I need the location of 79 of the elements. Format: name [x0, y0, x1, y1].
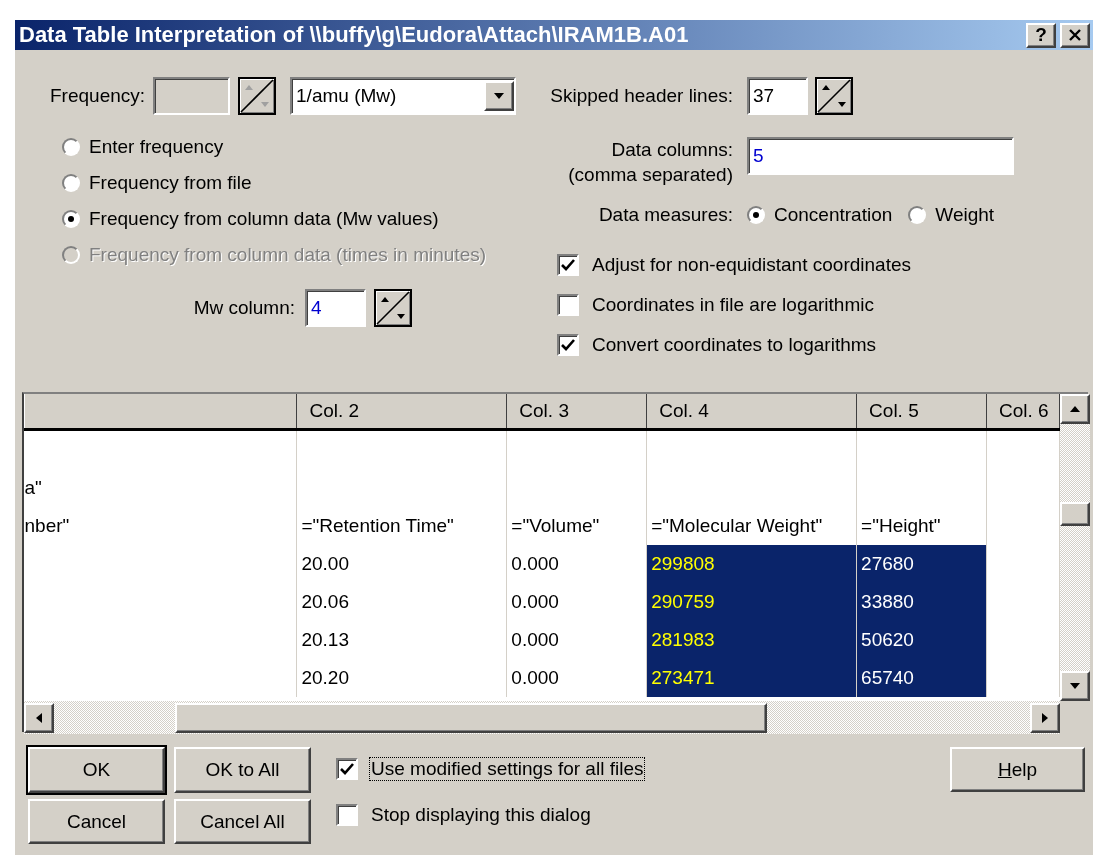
- table-cell: 65740: [856, 659, 987, 697]
- vertical-scrollbar[interactable]: [1060, 394, 1090, 701]
- scroll-left-button[interactable]: [24, 703, 54, 733]
- checkbox[interactable]: [336, 804, 358, 826]
- radio-button[interactable]: [62, 138, 80, 156]
- push-button[interactable]: Cancel: [28, 799, 165, 844]
- table-cell: 0.000: [506, 621, 647, 659]
- table-cell: 0.000: [506, 545, 647, 583]
- table-cell: 0.000: [506, 659, 647, 697]
- table-cell: 281983: [646, 621, 857, 659]
- table-cell: 20.00: [296, 545, 507, 583]
- scroll-down-button[interactable]: [1060, 671, 1090, 701]
- table-cell: 273471: [646, 659, 857, 697]
- field-label: Skipped header lines:: [549, 85, 733, 107]
- push-button[interactable]: OK to All: [174, 747, 311, 793]
- radio-label: Frequency from column data (Mw values): [89, 208, 439, 230]
- field-label: Data columns:: [610, 138, 733, 162]
- checkbox-label: Coordinates in file are logarithmic: [591, 293, 875, 317]
- radio-button[interactable]: [747, 206, 765, 224]
- field-label: Frequency:: [50, 85, 146, 107]
- push-button[interactable]: OK: [28, 747, 165, 793]
- field-label: Data measures:: [597, 204, 733, 226]
- radio-button[interactable]: [62, 210, 80, 228]
- radio-label: Concentration: [774, 204, 893, 226]
- checkbox-label: Stop displaying this dialog: [370, 803, 592, 827]
- table-cell: 299808: [646, 545, 857, 583]
- checkbox-label: Convert coordinates to logarithms: [591, 333, 878, 357]
- table-cell: a": [24, 469, 297, 507]
- scroll-right-button[interactable]: [1030, 703, 1060, 733]
- column-header[interactable]: Col. 6: [986, 394, 1060, 430]
- checkbox[interactable]: [336, 758, 358, 780]
- radio-button[interactable]: [62, 174, 80, 192]
- checkbox[interactable]: [557, 254, 579, 276]
- window-title: Data Table Interpretation of \\buffy\g\Eudora\Attach\IRAM1B.A01: [19, 22, 689, 48]
- table-cell: nber": [24, 507, 297, 545]
- help-button[interactable]: ?: [1026, 22, 1056, 48]
- radio-label: Enter frequency: [89, 136, 224, 158]
- table-cell: 50620: [856, 621, 987, 659]
- table-cell: 20.20: [296, 659, 507, 697]
- checkmark-icon: [561, 339, 575, 351]
- scroll-thumb[interactable]: [175, 703, 767, 733]
- push-button[interactable]: Cancel All: [174, 799, 311, 844]
- input-field[interactable]: 37: [747, 77, 808, 115]
- table-cell: 27680: [856, 545, 987, 583]
- spin-button[interactable]: [374, 289, 412, 327]
- help-button[interactable]: Help: [950, 747, 1085, 792]
- dropdown-arrow-icon: [493, 92, 506, 100]
- checkbox-label: Adjust for non-equidistant coordinates: [591, 253, 912, 277]
- table-cell: ="Retention Time": [296, 507, 507, 545]
- table-cell: ="Volume": [506, 507, 647, 545]
- table-cell: 33880: [856, 583, 987, 621]
- input-field[interactable]: 4: [305, 289, 366, 327]
- checkbox-label: Use modified settings for all files: [369, 757, 646, 781]
- checkbox[interactable]: [557, 294, 579, 316]
- close-button[interactable]: [1060, 22, 1090, 48]
- column-header[interactable]: [24, 394, 297, 430]
- table-cell: 20.13: [296, 621, 507, 659]
- table-cell: 290759: [646, 583, 857, 621]
- column-header[interactable]: Col. 5: [856, 394, 987, 430]
- checkmark-icon: [561, 259, 575, 271]
- scroll-up-button[interactable]: [1060, 394, 1090, 424]
- checkmark-icon: [340, 763, 354, 775]
- table-cell: 20.06: [296, 583, 507, 621]
- radio-label: Frequency from column data (times in minutes): [89, 244, 487, 266]
- column-header[interactable]: Col. 2: [296, 394, 507, 430]
- checkbox[interactable]: [557, 334, 579, 356]
- column-header[interactable]: Col. 3: [506, 394, 647, 430]
- field-label: Mw column:: [192, 297, 295, 319]
- close-icon: [1068, 29, 1082, 41]
- field-hint: (comma separated): [567, 163, 733, 187]
- radio-button[interactable]: [908, 206, 927, 224]
- input-field[interactable]: 5: [747, 137, 1014, 175]
- column-header[interactable]: Col. 4: [646, 394, 857, 430]
- spin-button[interactable]: [815, 77, 853, 115]
- radio-label: Frequency from file: [89, 172, 252, 194]
- table-cell: 0.000: [506, 583, 647, 621]
- horizontal-scrollbar[interactable]: [24, 701, 1060, 734]
- radio-label: Weight: [935, 204, 995, 226]
- scroll-thumb[interactable]: [1060, 502, 1090, 526]
